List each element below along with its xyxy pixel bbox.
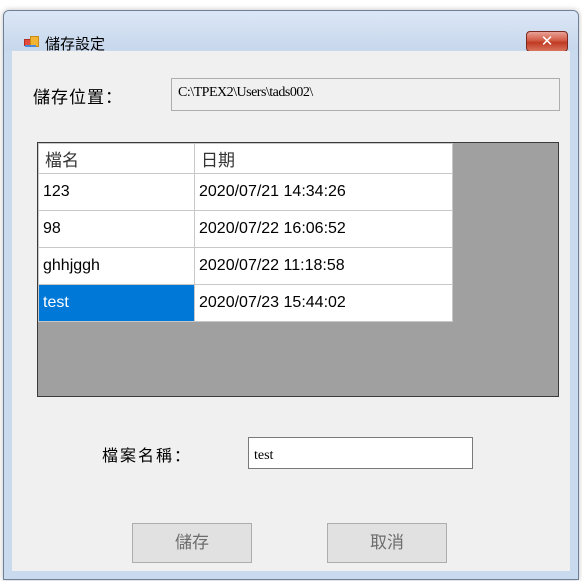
app-icon — [24, 36, 39, 48]
file-grid[interactable]: 檔名 日期 123 2020/07/21 14:34:26 98 2020/07… — [37, 142, 559, 397]
file-table: 檔名 日期 123 2020/07/21 14:34:26 98 2020/07… — [38, 143, 453, 322]
table-row[interactable]: 98 2020/07/22 16:06:52 — [38, 210, 453, 248]
filename-cell[interactable]: ghhjggh — [38, 247, 195, 285]
filename-label: 檔案名稱： — [102, 446, 193, 465]
table-row-selected[interactable]: test 2020/07/23 15:44:02 — [38, 284, 453, 322]
header-row: 檔名 日期 — [38, 143, 453, 174]
save-location-field: C:\TPEX2\Users\tads002\ — [171, 78, 560, 111]
date-cell[interactable]: 2020/07/23 15:44:02 — [194, 284, 453, 322]
column-header-date[interactable]: 日期 — [194, 143, 453, 174]
date-cell[interactable]: 2020/07/21 14:34:26 — [194, 173, 453, 211]
filename-cell[interactable]: test — [38, 284, 195, 322]
table-row[interactable]: 123 2020/07/21 14:34:26 — [38, 173, 453, 211]
cancel-button[interactable]: 取消 — [327, 523, 447, 563]
save-location-label: 儲存位置： — [33, 88, 123, 108]
date-cell[interactable]: 2020/07/22 16:06:52 — [194, 210, 453, 248]
title-bar[interactable]: 儲存設定 ✕ — [4, 11, 578, 53]
close-icon: ✕ — [540, 32, 554, 50]
column-header-filename[interactable]: 檔名 — [38, 143, 195, 174]
table-row[interactable]: ghhjggh 2020/07/22 11:18:58 — [38, 247, 453, 285]
dialog-body: 儲存位置： C:\TPEX2\Users\tads002\ 檔名 日期 123 … — [12, 51, 570, 571]
save-button[interactable]: 儲存 — [132, 523, 252, 563]
filename-cell[interactable]: 98 — [38, 210, 195, 248]
close-button[interactable]: ✕ — [526, 31, 568, 52]
save-settings-dialog: 儲存設定 ✕ 儲存位置： C:\TPEX2\Users\tads002\ 檔名 … — [3, 10, 579, 580]
filename-input[interactable] — [248, 437, 473, 469]
filename-cell[interactable]: 123 — [38, 173, 195, 211]
date-cell[interactable]: 2020/07/22 11:18:58 — [194, 247, 453, 285]
